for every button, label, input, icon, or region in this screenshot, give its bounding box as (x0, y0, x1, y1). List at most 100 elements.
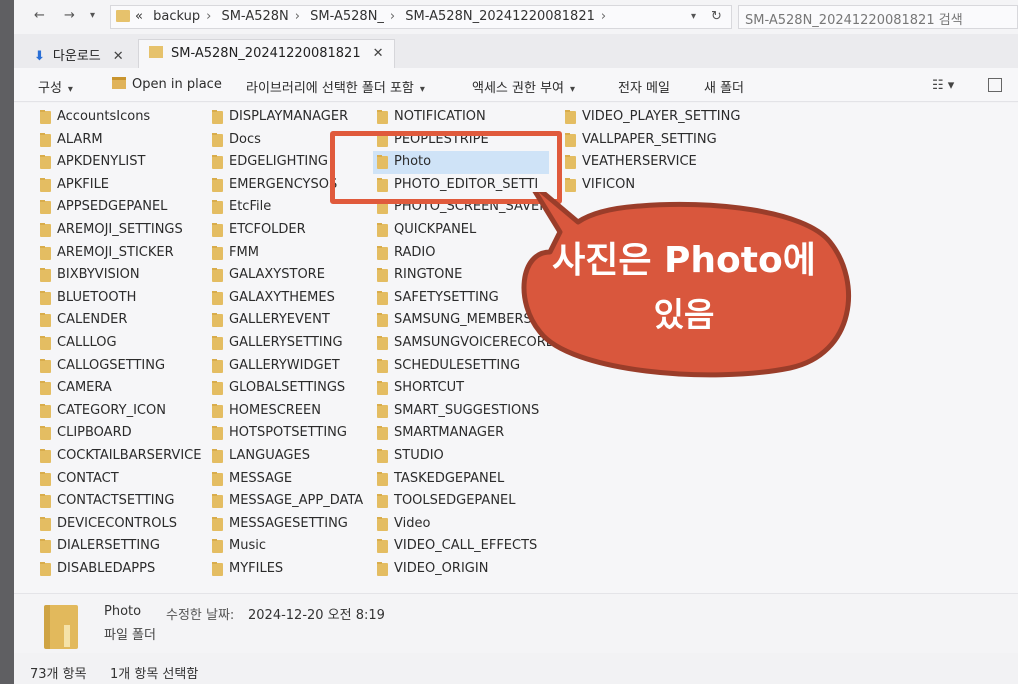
close-icon[interactable]: ✕ (373, 46, 384, 61)
open-folder-icon (112, 77, 126, 89)
folder-name: LANGUAGES (229, 447, 310, 463)
breadcrumb-item[interactable]: SM-A528N (221, 9, 288, 24)
folder-item[interactable]: MESSAGE (212, 468, 363, 491)
email-button[interactable]: 전자 메일 (618, 77, 670, 96)
folder-item[interactable]: CALLOGSETTING (40, 355, 201, 378)
folder-name: DISPLAYMANAGER (229, 109, 349, 124)
folder-item[interactable]: TASKEDGEPANEL (377, 468, 556, 491)
detail-modified-value: 2024-12-20 오전 8:19 (248, 608, 385, 623)
folder-name: SCHEDULESETTING (394, 357, 521, 373)
folder-name: RADIO (394, 244, 436, 260)
folder-item[interactable]: SMART_SUGGESTIONS (377, 400, 556, 423)
breadcrumb-item[interactable]: SM-A528N_ (310, 9, 384, 24)
chevron-right-icon[interactable]: › (206, 9, 211, 24)
folder-item[interactable]: Music (212, 535, 363, 558)
folder-item[interactable]: TOOLSEDGEPANEL (377, 490, 556, 513)
tab-current-folder[interactable]: SM-A528N_20241220081821 ✕ (138, 39, 395, 68)
chevron-right-icon[interactable]: › (601, 9, 606, 24)
folder-item[interactable]: FMM (212, 242, 363, 265)
chevron-right-icon[interactable]: › (295, 9, 300, 24)
folder-item[interactable]: VALLPAPER_SETTING (565, 129, 740, 152)
folder-item[interactable]: AREMOJI_STICKER (40, 242, 201, 265)
folder-item[interactable]: ALARM (40, 129, 201, 152)
folder-item[interactable]: APPSEDGEPANEL (40, 196, 201, 219)
breadcrumb-item[interactable]: SM-A528N_20241220081821 (405, 9, 595, 24)
folder-item[interactable]: HOTSPOTSETTING (212, 422, 363, 445)
folder-item[interactable]: DISABLEDAPPS (40, 558, 201, 581)
search-input[interactable]: SM-A528N_20241220081821 검색 (738, 5, 1018, 29)
folder-item[interactable]: GALLERYEVENT (212, 309, 363, 332)
folder-item[interactable]: CONTACTSETTING (40, 490, 201, 513)
chevron-down-icon: ▾ (570, 84, 576, 95)
folder-item[interactable]: VEATHERSERVICE (565, 151, 740, 174)
folder-item[interactable]: GALLERYSETTING (212, 332, 363, 355)
folder-item[interactable]: VIDEO_ORIGIN (377, 558, 556, 581)
folder-item[interactable]: SMARTMANAGER (377, 422, 556, 445)
tab-downloads[interactable]: ⬇ 다운로드 ✕ (24, 39, 134, 68)
recent-dropdown-icon[interactable]: ▾ (90, 10, 95, 21)
tab-row: ⬇ 다운로드 ✕ SM-A528N_20241220081821 ✕ (14, 34, 1018, 68)
folder-item[interactable]: MYFILES (212, 558, 363, 581)
folder-item[interactable]: CONTACT (40, 468, 201, 491)
close-icon[interactable]: ✕ (113, 49, 124, 64)
folder-item[interactable]: CALLLOG (40, 332, 201, 355)
folder-item[interactable]: GALAXYSTORE (212, 264, 363, 287)
folder-name: APKDENYLIST (57, 154, 146, 170)
folder-item[interactable]: CAMERA (40, 377, 201, 400)
folder-item[interactable]: BIXBYVISION (40, 264, 201, 287)
folder-item[interactable]: COCKTAILBARSERVICE (40, 445, 201, 468)
address-dropdown-icon[interactable]: ▾ (691, 11, 696, 22)
include-library-button[interactable]: 라이브러리에 선택한 폴더 포함 ▾ (246, 77, 425, 96)
view-options-icon[interactable]: ☷ ▾ (932, 78, 954, 93)
folder-item[interactable]: CATEGORY_ICON (40, 400, 201, 423)
folder-item[interactable]: DISPLAYMANAGER (212, 106, 363, 129)
folder-item[interactable]: AccountsIcons (40, 106, 201, 129)
folder-icon (565, 155, 576, 170)
folder-item[interactable]: GALLERYWIDGET (212, 355, 363, 378)
back-button[interactable]: ← (34, 8, 45, 23)
folder-item[interactable]: NOTIFICATION (377, 106, 556, 129)
folder-item[interactable]: DIALERSETTING (40, 535, 201, 558)
folder-item[interactable]: AREMOJI_SETTINGS (40, 219, 201, 242)
refresh-icon[interactable]: ↻ (711, 9, 722, 24)
open-in-place-label: Open in place (132, 77, 222, 92)
folder-name: VIDEO_PLAYER_SETTING (582, 109, 741, 124)
chevron-right-icon[interactable]: › (390, 9, 395, 24)
folder-item[interactable]: BLUETOOTH (40, 287, 201, 310)
breadcrumb-item[interactable]: backup (153, 9, 200, 24)
folder-icon (212, 268, 223, 283)
folder-item[interactable]: MESSAGE_APP_DATA (212, 490, 363, 513)
open-in-place-button[interactable]: Open in place (112, 77, 222, 92)
folder-item[interactable]: VIDEO_PLAYER_SETTING (565, 106, 740, 129)
folder-item[interactable]: Video (377, 513, 556, 536)
folder-item[interactable]: GLOBALSETTINGS (212, 377, 363, 400)
folder-item[interactable]: LANGUAGES (212, 445, 363, 468)
share-access-button[interactable]: 액세스 권한 부여 ▾ (472, 77, 575, 96)
folder-name: AREMOJI_SETTINGS (57, 221, 183, 237)
folder-name: SHORTCUT (394, 380, 465, 396)
folder-item[interactable]: STUDIO (377, 445, 556, 468)
organize-button[interactable]: 구성 ▾ (38, 77, 73, 96)
address-bar[interactable]: « backup › SM-A528N › SM-A528N_ › SM-A528N_… (110, 5, 732, 29)
preview-pane-icon[interactable] (988, 78, 1002, 92)
folder-item[interactable]: MESSAGESETTING (212, 513, 363, 536)
new-folder-button[interactable]: 새 폴더 (704, 77, 744, 96)
breadcrumb-overflow[interactable]: « (135, 9, 143, 24)
folder-item[interactable]: APKDENYLIST (40, 151, 201, 174)
folder-icon (40, 132, 51, 147)
folder-item[interactable]: HOMESCREEN (212, 400, 363, 423)
folder-icon (40, 222, 51, 237)
include-library-label: 라이브러리에 선택한 폴더 포함 (246, 81, 414, 96)
folder-name: HOTSPOTSETTING (229, 425, 347, 441)
folder-item[interactable]: CALENDER (40, 309, 201, 332)
folder-icon (40, 426, 51, 441)
forward-button[interactable]: → (64, 8, 75, 23)
folder-item[interactable]: APKFILE (40, 174, 201, 197)
folder-item[interactable]: VIDEO_CALL_EFFECTS (377, 535, 556, 558)
folder-name: DISABLEDAPPS (57, 560, 156, 576)
folder-item[interactable]: GALAXYTHEMES (212, 287, 363, 310)
folder-icon (212, 403, 223, 418)
folder-item[interactable]: DEVICECONTROLS (40, 513, 201, 536)
folder-item[interactable]: CLIPBOARD (40, 422, 201, 445)
folder-item[interactable]: ETCFOLDER (212, 219, 363, 242)
